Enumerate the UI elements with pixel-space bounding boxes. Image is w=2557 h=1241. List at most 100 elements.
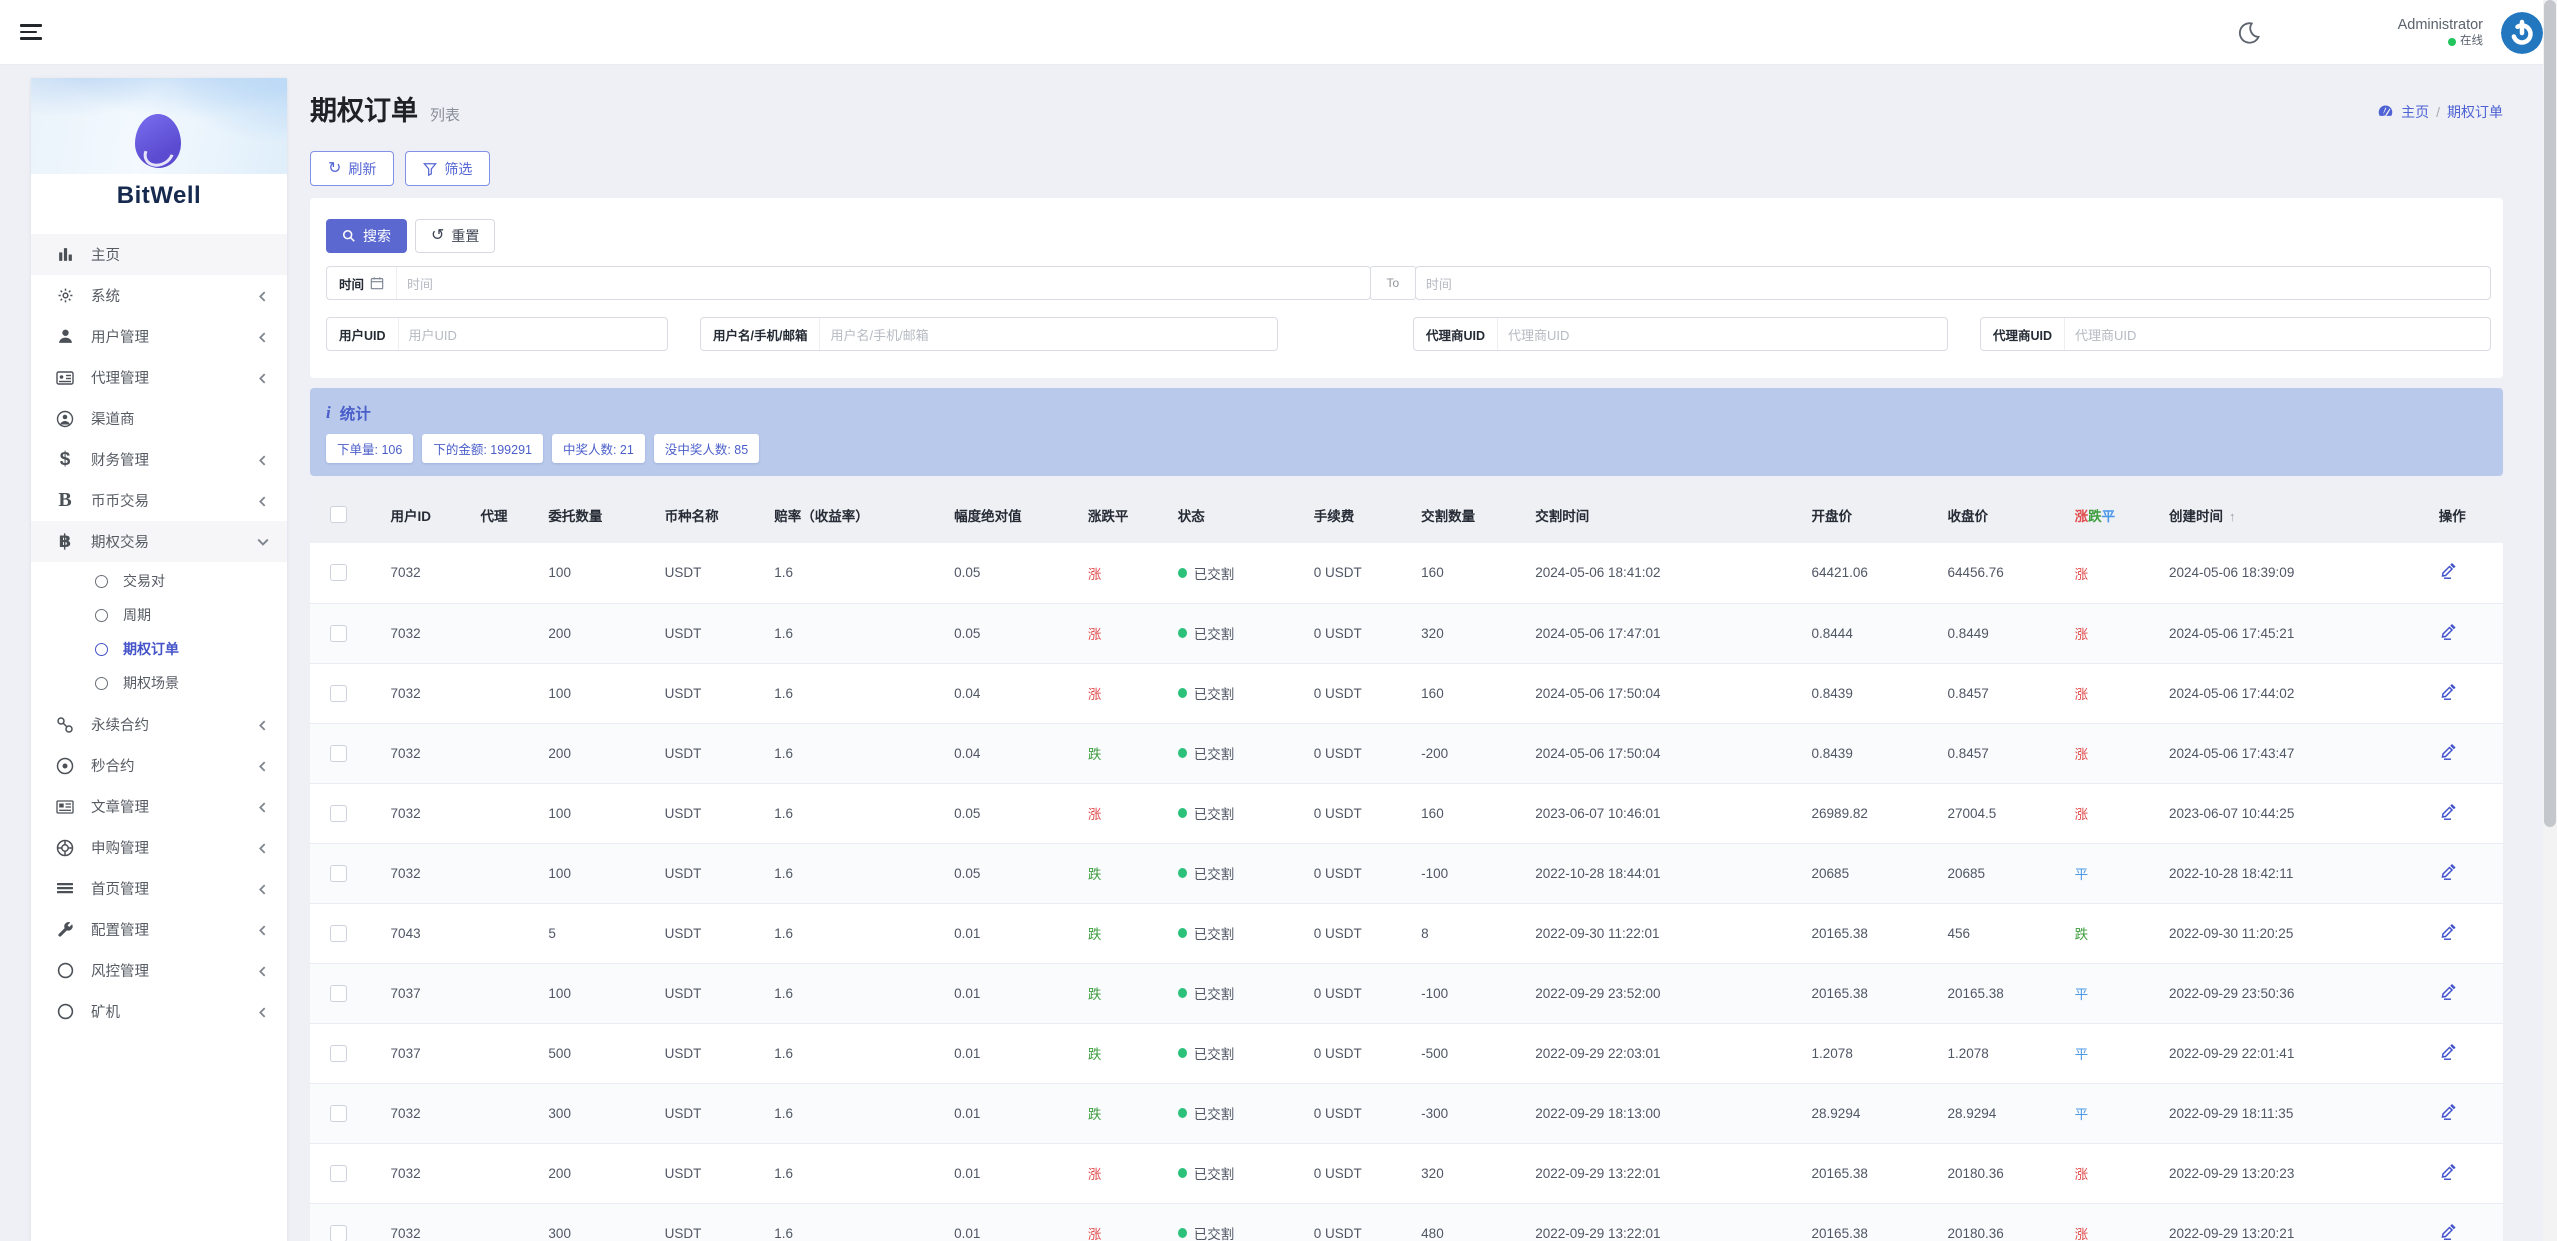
sidebar-item-矿机[interactable]: 矿机 (31, 991, 287, 1032)
filter-input-代理商UID[interactable]: 代理商UID (1497, 318, 1947, 350)
row-checkbox[interactable] (330, 564, 347, 581)
time-end-input[interactable]: 时间 (1416, 267, 2490, 299)
cell-settle_qty: 8 (1415, 903, 1529, 963)
cell-fee: 0 USDT (1308, 1143, 1415, 1203)
filter-group-代理商UID: 代理商UID代理商UID (1980, 317, 2491, 351)
edit-pencil-icon[interactable] (2439, 923, 2457, 941)
chevron-left-icon (257, 842, 269, 854)
chevron-left-icon (257, 965, 269, 977)
status-dot (1178, 688, 1187, 698)
cell-status: 已交割 (1172, 843, 1308, 903)
scrollbar-thumb[interactable] (2544, 0, 2556, 827)
row-checkbox[interactable] (330, 685, 347, 702)
edit-pencil-icon[interactable] (2439, 863, 2457, 881)
row-checkbox[interactable] (330, 865, 347, 882)
filter-input-用户UID[interactable]: 用户UID (398, 318, 667, 350)
cell-result: 涨 (2069, 1203, 2163, 1241)
sidebar-item-主页[interactable]: 主页 (31, 234, 287, 275)
cell-settle_qty: -100 (1415, 843, 1529, 903)
filter-input-用户名/手机/邮箱[interactable]: 用户名/手机/邮箱 (819, 318, 1277, 350)
select-all-checkbox[interactable] (330, 506, 347, 523)
edit-pencil-icon[interactable] (2439, 983, 2457, 1001)
row-checkbox[interactable] (330, 985, 347, 1002)
cell-range: 0.04 (948, 723, 1082, 783)
dashboard-gauge-icon (2377, 103, 2394, 120)
edit-pencil-icon[interactable] (2439, 683, 2457, 701)
sidebar-item-财务管理[interactable]: $财务管理 (31, 439, 287, 480)
sidebar-item-label: 期权交易 (91, 531, 257, 552)
cell-settle_time: 2022-09-30 11:22:01 (1529, 903, 1805, 963)
sidebar-item-期权交易[interactable]: ฿期权交易 (31, 521, 287, 562)
edit-pencil-icon[interactable] (2439, 623, 2457, 641)
sidebar-item-币币交易[interactable]: B币币交易 (31, 480, 287, 521)
edit-pencil-icon[interactable] (2439, 1103, 2457, 1121)
sidebar-subitem-交易对[interactable]: 交易对 (31, 564, 287, 598)
reset-button[interactable]: ↺ 重置 (415, 219, 495, 253)
row-checkbox[interactable] (330, 745, 347, 762)
column-header-交割数量: 交割数量 (1415, 486, 1529, 543)
edit-pencil-icon[interactable] (2439, 743, 2457, 761)
sidebar-item-文章管理[interactable]: 文章管理 (31, 786, 287, 827)
row-checkbox[interactable] (330, 625, 347, 642)
sidebar-item-永续合约[interactable]: 永续合约 (31, 704, 287, 745)
cell-action (2433, 903, 2503, 963)
filter-button[interactable]: 筛选 (405, 151, 490, 186)
sidebar-item-风控管理[interactable]: 风控管理 (31, 950, 287, 991)
avatar[interactable] (2501, 12, 2543, 54)
edit-pencil-icon[interactable] (2439, 1223, 2457, 1241)
cell-result: 涨 (2069, 723, 2163, 783)
cell-amount: 100 (542, 663, 658, 723)
sidebar-item-秒合约[interactable]: 秒合约 (31, 745, 287, 786)
dark-mode-moon-icon[interactable] (2236, 20, 2262, 46)
cell-agent (474, 1143, 542, 1203)
cell-coin: USDT (659, 663, 769, 723)
cell-status: 已交割 (1172, 1203, 1308, 1241)
statistics-title: 统计 (340, 402, 371, 424)
sidebar-item-系统[interactable]: 系统 (31, 275, 287, 316)
column-header-状态: 状态 (1172, 486, 1308, 543)
edit-pencil-icon[interactable] (2439, 1043, 2457, 1061)
sidebar-item-渠道商[interactable]: 渠道商 (31, 398, 287, 439)
sidebar-subitem-期权场景[interactable]: 期权场景 (31, 666, 287, 700)
edit-pencil-icon[interactable] (2439, 1163, 2457, 1181)
cell-odds: 1.6 (768, 603, 948, 663)
column-header-创建时间[interactable]: 创建时间↑ (2163, 486, 2433, 543)
row-checkbox[interactable] (330, 1105, 347, 1122)
hamburger-menu-icon[interactable] (20, 24, 42, 40)
time-start-input[interactable]: 时间 (396, 267, 1370, 299)
edit-pencil-icon[interactable] (2439, 562, 2457, 580)
column-header-开盘价: 开盘价 (1806, 486, 1942, 543)
cell-checkbox (310, 723, 385, 783)
cell-checkbox (310, 783, 385, 843)
sidebar-subitem-周期[interactable]: 周期 (31, 598, 287, 632)
cell-created_at: 2023-06-07 10:44:25 (2163, 783, 2433, 843)
sidebar-subitem-期权订单[interactable]: 期权订单 (31, 632, 287, 666)
cell-close_price: 20685 (1941, 843, 2068, 903)
filter-label: 用户UID (327, 318, 398, 350)
sidebar-item-label: 主页 (91, 244, 269, 265)
breadcrumb-home-link[interactable]: 主页 (2401, 102, 2429, 122)
row-checkbox[interactable] (330, 1165, 347, 1182)
sidebar-item-配置管理[interactable]: 配置管理 (31, 909, 287, 950)
filter-label: 用户名/手机/邮箱 (701, 318, 819, 350)
edit-pencil-icon[interactable] (2439, 803, 2457, 821)
cell-settle_qty: 160 (1415, 663, 1529, 723)
sidebar-item-用户管理[interactable]: 用户管理 (31, 316, 287, 357)
search-button[interactable]: 搜索 (326, 219, 407, 253)
sidebar-item-首页管理[interactable]: 首页管理 (31, 868, 287, 909)
sidebar-item-申购管理[interactable]: 申购管理 (31, 827, 287, 868)
row-checkbox[interactable] (330, 1225, 347, 1241)
row-checkbox[interactable] (330, 805, 347, 822)
cell-coin: USDT (659, 903, 769, 963)
refresh-button[interactable]: ↻ 刷新 (310, 151, 394, 186)
status-dot (1178, 868, 1187, 878)
cell-user_id: 7043 (385, 903, 475, 963)
cell-range: 0.01 (948, 963, 1082, 1023)
row-checkbox[interactable] (330, 1045, 347, 1062)
row-checkbox[interactable] (330, 925, 347, 942)
cell-settle_qty: 160 (1415, 543, 1529, 603)
cell-user_id: 7032 (385, 603, 475, 663)
sidebar-item-代理管理[interactable]: 代理管理 (31, 357, 287, 398)
cell-close_price: 20165.38 (1941, 963, 2068, 1023)
filter-input-代理商UID[interactable]: 代理商UID (2064, 318, 2490, 350)
